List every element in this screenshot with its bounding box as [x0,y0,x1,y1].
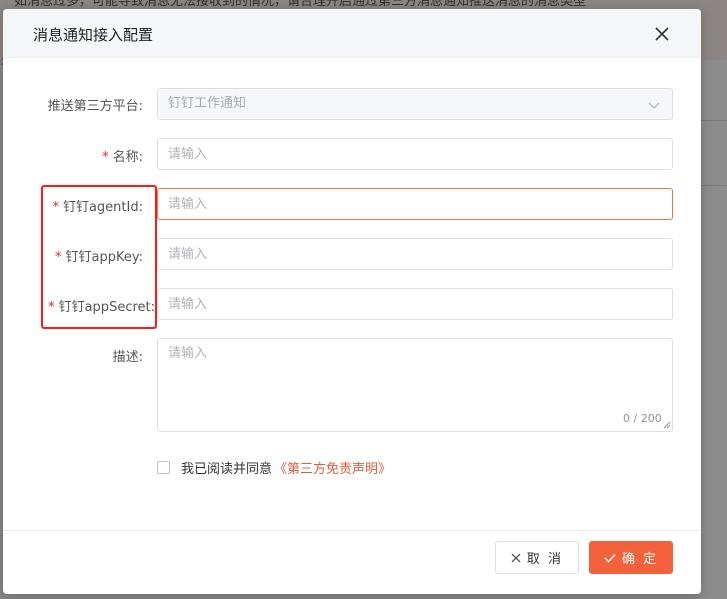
config-dialog: 消息通知接入配置 推送第三方平台: 钉钉工作通知 *名称: *钉钉agentId… [3,9,701,594]
app-secret-label: * 钉钉appSecret: [48,300,155,315]
app-secret-input[interactable] [157,288,673,320]
name-input[interactable] [157,138,673,170]
confirm-button[interactable]: 确 定 [589,541,673,574]
check-icon [604,553,616,563]
dialog-header: 消息通知接入配置 [3,9,701,58]
description-counter: 0 / 200 [623,412,662,425]
agent-id-input[interactable] [157,188,673,220]
app-key-input[interactable] [157,238,673,270]
chevron-down-icon [648,102,660,109]
name-label: * 名称: [102,150,143,165]
description-textarea[interactable] [157,338,673,432]
close-icon [511,553,521,563]
cancel-button[interactable]: 取 消 [495,541,579,574]
agreement-text: 我已阅读并同意 [181,462,273,477]
confirm-button-label: 确 定 [621,552,659,567]
agreement-row: 我已阅读并同意 《第三方免责声明》 [157,458,391,477]
platform-select[interactable]: 钉钉工作通知 [157,88,673,120]
dialog-title: 消息通知接入配置 [33,26,154,44]
close-icon [655,27,669,41]
agreement-checkbox[interactable] [157,461,170,474]
disclaimer-link[interactable]: 《第三方免责声明》 [274,458,391,477]
platform-select-value: 钉钉工作通知 [168,96,247,111]
close-button[interactable] [652,24,672,44]
dialog-footer: 取 消 确 定 [3,530,701,594]
platform-label: 推送第三方平台: [47,99,143,114]
agent-id-label: * 钉钉agentId: [52,200,143,215]
description-label: 描述: [112,350,143,365]
cancel-button-label: 取 消 [526,552,564,567]
app-key-label: * 钉钉appKey: [55,250,143,265]
resize-handle-icon[interactable] [663,421,671,429]
